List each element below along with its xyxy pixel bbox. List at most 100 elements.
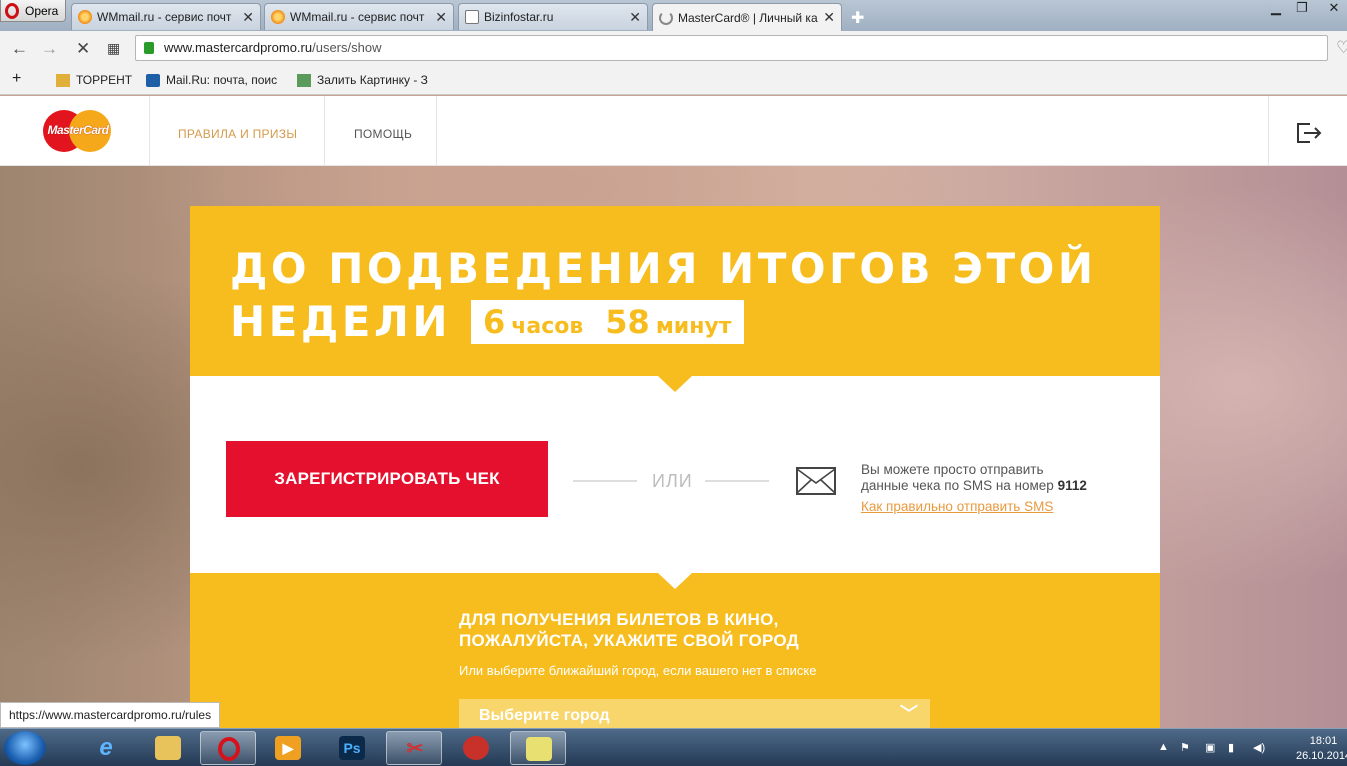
- register-receipt-button[interactable]: ЗАРЕГИСТРИРОВАТЬ ЧЕК: [226, 441, 548, 517]
- bookmark-label: Mail.Ru: почта, поис: [166, 73, 278, 87]
- headline-line-2: НЕДЕЛИ: [230, 297, 451, 346]
- city-select-dropdown[interactable]: Выберите город ﹀: [459, 699, 930, 728]
- close-window-icon[interactable]: ✕: [1322, 0, 1346, 18]
- city-title-line-2: ПОЖАЛУЙСТА, УКАЖИТЕ СВОЙ ГОРОД: [459, 631, 800, 650]
- city-select-placeholder: Выберите город: [479, 707, 610, 724]
- taskbar-ie[interactable]: e: [78, 731, 134, 765]
- folder-icon: [56, 73, 70, 87]
- restore-icon[interactable]: ❐: [1290, 0, 1314, 18]
- windows-start-button[interactable]: [4, 731, 46, 765]
- address-toolbar: ← → ✕ ▦ www.mastercardpromo.ru/users/sho…: [0, 31, 1347, 65]
- windows-taskbar: e ▶ Ps ✂ ▲ ⚑ ▣ ▮ ◀) 18:01 26.10.2014: [0, 728, 1347, 766]
- signal-icon[interactable]: ▮: [1228, 741, 1234, 754]
- or-divider-line: [573, 480, 637, 482]
- bookmark-label: Залить Картинку - З: [317, 73, 428, 87]
- headline-line-2-row: НЕДЕЛИ 6 часов 58 минут: [230, 295, 1097, 348]
- minimize-icon[interactable]: ▁: [1264, 0, 1288, 18]
- nav-help-link[interactable]: ПОМОЩЬ: [354, 127, 412, 141]
- sms-instructions: Вы можете просто отправить данные чека п…: [861, 462, 1087, 494]
- or-label: ИЛИ: [652, 471, 693, 491]
- back-arrow-icon[interactable]: ←: [11, 39, 28, 59]
- network-warning-icon[interactable]: ⚑: [1180, 741, 1190, 754]
- close-tab-icon[interactable]: ✕: [823, 9, 835, 26]
- secure-lock-icon: [144, 42, 154, 54]
- sms-text-line-1: Вы можете просто отправить: [861, 462, 1044, 477]
- site-header: MasterCard ПРАВИЛА И ПРИЗЫ ПОМОЩЬ: [0, 96, 1347, 166]
- chevron-down-icon: ﹀: [900, 704, 918, 724]
- countdown-headline: ДО ПОДВЕДЕНИЯ ИТОГОВ ЭТОЙ НЕДЕЛИ 6 часов…: [230, 242, 1097, 348]
- opera-logo-icon: [5, 2, 19, 19]
- sticky-notes-icon: [526, 737, 552, 761]
- url-path: /users/show: [312, 40, 382, 55]
- or-divider-line: [705, 480, 769, 482]
- countdown-timer: 6 часов 58 минут: [470, 299, 744, 344]
- wmmail-favicon-icon: [271, 10, 285, 24]
- close-tab-icon[interactable]: ✕: [435, 9, 447, 26]
- media-player-icon: ▶: [275, 736, 301, 760]
- taskbar-photoshop[interactable]: Ps: [324, 731, 380, 765]
- browser-tab-bar: Opera WMmail.ru - сервис почт ✕ WMmail.r…: [0, 0, 1347, 31]
- image-favicon-icon: [297, 73, 311, 87]
- bookmark-upload-image[interactable]: Залить Картинку - З: [297, 73, 428, 87]
- close-tab-icon[interactable]: ✕: [629, 9, 641, 26]
- taskbar-media-player[interactable]: ▶: [260, 731, 316, 765]
- speed-dial-grid-icon[interactable]: ▦: [107, 40, 120, 57]
- logout-icon[interactable]: [1296, 122, 1322, 144]
- browser-tab-bizinfostar[interactable]: Bizinfostar.ru ✕: [458, 3, 648, 30]
- clock-time: 18:01: [1309, 735, 1338, 747]
- nav-divider: [1268, 96, 1269, 166]
- nav-divider: [149, 96, 150, 166]
- bookmark-heart-icon[interactable]: ♡: [1336, 38, 1347, 58]
- logo-wordmark: MasterCard: [47, 123, 109, 137]
- url-field[interactable]: www.mastercardpromo.ru/users/show: [135, 35, 1328, 61]
- close-tab-icon[interactable]: ✕: [242, 9, 254, 26]
- internet-explorer-icon: e: [99, 734, 113, 761]
- headline-line-1: ДО ПОДВЕДЕНИЯ ИТОГОВ ЭТОЙ: [230, 244, 1097, 293]
- stop-loading-icon[interactable]: ✕: [76, 39, 90, 59]
- sms-howto-link[interactable]: Как правильно отправить SMS: [861, 499, 1053, 514]
- new-tab-icon[interactable]: ✚: [851, 8, 864, 28]
- opera-menu-label: Opera: [25, 3, 59, 18]
- notch-decoration: [658, 573, 692, 589]
- bookmark-label: ТОРРЕНТ: [76, 73, 133, 87]
- taskbar-ccleaner[interactable]: [448, 731, 504, 765]
- bookmark-torrent[interactable]: ТОРРЕНТ: [56, 73, 132, 87]
- browser-tab-wmmail-2[interactable]: WMmail.ru - сервис почт ✕: [264, 3, 454, 30]
- nav-divider: [436, 96, 437, 166]
- taskbar-explorer[interactable]: [140, 731, 196, 765]
- page-favicon-icon: [465, 10, 479, 24]
- tray-expand-icon[interactable]: ▲: [1158, 741, 1169, 753]
- sms-number: 9112: [1057, 478, 1087, 493]
- browser-tab-mastercard[interactable]: MasterCard® | Личный ка ✕: [652, 3, 842, 31]
- tab-title: MasterCard® | Личный ка: [678, 10, 818, 25]
- timer-hours: 6: [482, 302, 506, 341]
- mastercard-logo[interactable]: MasterCard: [43, 110, 113, 152]
- envelope-icon: [796, 467, 836, 495]
- city-panel: ДЛЯ ПОЛУЧЕНИЯ БИЛЕТОВ В КИНО, ПОЖАЛУЙСТА…: [190, 573, 1160, 728]
- sms-text-line-2: данные чека по SMS на номер: [861, 478, 1054, 493]
- tab-title: WMmail.ru - сервис почт: [290, 10, 425, 24]
- add-bookmark-icon[interactable]: +: [12, 70, 21, 88]
- folder-icon: [155, 736, 181, 760]
- status-bar-url: https://www.mastercardpromo.ru/rules: [0, 702, 221, 728]
- nav-rules-link[interactable]: ПРАВИЛА И ПРИЗЫ: [178, 127, 297, 141]
- url-host: www.mastercardpromo.ru: [164, 40, 313, 55]
- forward-arrow-icon[interactable]: →: [41, 39, 58, 59]
- loading-spinner-icon: [659, 10, 673, 25]
- bookmarks-bar: + ТОРРЕНТ Mail.Ru: почта, поис Залить Ка…: [0, 65, 1347, 95]
- tab-title: Bizinfostar.ru: [484, 10, 554, 24]
- browser-tab-wmmail-1[interactable]: WMmail.ru - сервис почт ✕: [71, 3, 261, 30]
- volume-icon[interactable]: ◀): [1253, 741, 1265, 754]
- city-title-line-1: ДЛЯ ПОЛУЧЕНИЯ БИЛЕТОВ В КИНО,: [459, 610, 779, 629]
- opera-menu-button[interactable]: Opera: [0, 0, 66, 22]
- taskbar-sticky-notes[interactable]: [510, 731, 566, 765]
- photoshop-icon: Ps: [339, 736, 365, 760]
- device-icon[interactable]: ▣: [1205, 741, 1215, 754]
- scissors-icon: ✂: [406, 738, 424, 760]
- system-clock[interactable]: 18:01 26.10.2014: [1296, 734, 1347, 764]
- opera-icon: [218, 737, 240, 761]
- taskbar-snipping[interactable]: ✂: [386, 731, 442, 765]
- wmmail-favicon-icon: [78, 10, 92, 24]
- bookmark-mailru[interactable]: Mail.Ru: почта, поис: [146, 73, 277, 87]
- taskbar-opera[interactable]: [200, 731, 256, 765]
